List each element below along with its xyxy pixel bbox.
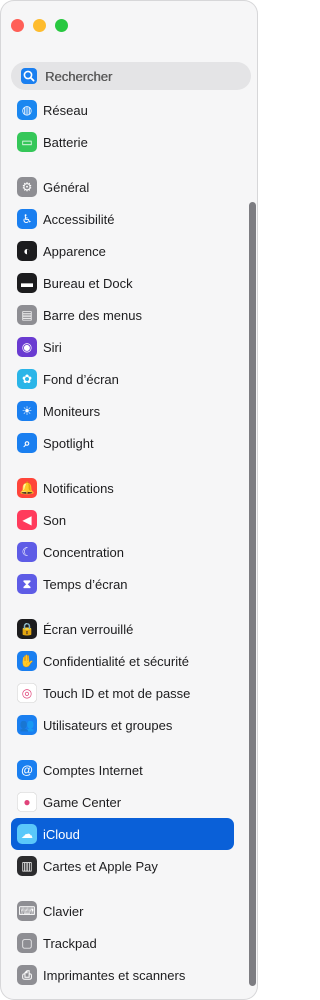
sidebar-item-son[interactable]: ◀ Son	[11, 504, 234, 536]
game-center-icon: ●	[17, 792, 37, 812]
search-placeholder: Rechercher	[45, 68, 113, 84]
sidebar-list: ◍ Réseau ▭ Batterie ⚙ Général ♿ Accessibilité ◐ A…	[0, 94, 246, 991]
group-separator	[0, 741, 246, 754]
sidebar-item-game-center[interactable]: ● Game Center	[11, 786, 234, 818]
appearance-icon: ◐	[17, 241, 37, 261]
gear-icon: ⚙	[17, 177, 37, 197]
sidebar-item-spotlight[interactable]: ⌕ Spotlight	[11, 427, 234, 459]
search-field[interactable]: Rechercher	[11, 62, 251, 90]
sidebar-item-label: Son	[43, 512, 67, 528]
sidebar-item-ecran-verrouille[interactable]: 🔒 Écran verrouillé	[11, 613, 234, 645]
sidebar-item-comptes-internet[interactable]: @ Comptes Internet	[11, 754, 234, 786]
sidebar-item-label: Batterie	[43, 134, 88, 150]
sidebar-item-label: Imprimantes et scanners	[43, 967, 186, 983]
sidebar-item-barre-des-menus[interactable]: ▤ Barre des menus	[11, 299, 234, 331]
sidebar-item-label: Trackpad	[43, 935, 97, 951]
group-separator	[0, 600, 246, 613]
sidebar-item-label: Écran verrouillé	[43, 621, 134, 637]
sidebar-item-touch-id[interactable]: ◎ Touch ID et mot de passe	[11, 677, 234, 709]
wallet-icon: ▥	[17, 856, 37, 876]
sidebar-item-temps-d-ecran[interactable]: ⧗ Temps d’écran	[11, 568, 234, 600]
minimize-button[interactable]	[33, 19, 46, 32]
search-icon: ⌕	[17, 433, 37, 453]
hand-icon: ✋	[17, 651, 37, 671]
sidebar-item-label: Confidentialité et sécurité	[43, 653, 189, 669]
magnifier-icon	[21, 68, 37, 84]
sidebar-item-label: Fond d’écran	[43, 371, 119, 387]
accessibility-icon: ♿	[17, 209, 37, 229]
fingerprint-icon: ◎	[17, 683, 37, 703]
sidebar-item-utilisateurs[interactable]: 👥 Utilisateurs et groupes	[11, 709, 234, 741]
sidebar-item-label: Concentration	[43, 544, 124, 560]
sidebar-item-label: Apparence	[43, 243, 106, 259]
scrollbar-thumb[interactable]	[249, 202, 256, 986]
users-icon: 👥	[17, 715, 37, 735]
sidebar-item-label: Notifications	[43, 480, 114, 496]
battery-icon: ▭	[17, 132, 37, 152]
sidebar-item-label: Cartes et Apple Pay	[43, 858, 158, 874]
sidebar-item-concentration[interactable]: ☾ Concentration	[11, 536, 234, 568]
sidebar-item-reseau[interactable]: ◍ Réseau	[11, 94, 234, 126]
sidebar-item-apparence[interactable]: ◐ Apparence	[11, 235, 234, 267]
sidebar-item-imprimantes[interactable]: ⎙ Imprimantes et scanners	[11, 959, 234, 991]
globe-icon: ◍	[17, 100, 37, 120]
keyboard-icon: ⌨	[17, 901, 37, 921]
cloud-icon: ☁	[17, 824, 37, 844]
zoom-button[interactable]	[55, 19, 68, 32]
close-button[interactable]	[11, 19, 24, 32]
sidebar-item-label: Bureau et Dock	[43, 275, 133, 291]
sidebar-item-label: Game Center	[43, 794, 122, 810]
sidebar-item-label: Réseau	[43, 102, 88, 118]
sidebar-item-label: Siri	[43, 339, 62, 355]
trackpad-icon: ▢	[17, 933, 37, 953]
settings-sidebar-window: Rechercher ◍ Réseau ▭ Batterie ⚙ Général ♿ Acce…	[0, 0, 258, 1000]
sidebar-item-batterie[interactable]: ▭ Batterie	[11, 126, 234, 158]
sidebar-item-label: Comptes Internet	[43, 762, 143, 778]
dock-icon: ▬	[17, 273, 37, 293]
group-separator	[0, 459, 246, 472]
lock-icon: 🔒	[17, 619, 37, 639]
printer-icon: ⎙	[17, 965, 37, 985]
sidebar-item-confidentialite[interactable]: ✋ Confidentialité et sécurité	[11, 645, 234, 677]
moon-icon: ☾	[17, 542, 37, 562]
wallpaper-icon: ✿	[17, 369, 37, 389]
group-separator	[0, 158, 246, 171]
sidebar-item-label: Utilisateurs et groupes	[43, 717, 173, 733]
sidebar-item-clavier[interactable]: ⌨ Clavier	[11, 895, 234, 927]
sidebar-item-bureau-et-dock[interactable]: ▬ Bureau et Dock	[11, 267, 234, 299]
sidebar-item-fond-d-ecran[interactable]: ✿ Fond d’écran	[11, 363, 234, 395]
sidebar-item-label: iCloud	[43, 826, 80, 842]
sidebar-item-cartes-apple-pay[interactable]: ▥ Cartes et Apple Pay	[11, 850, 234, 882]
sidebar-item-label: Général	[43, 179, 90, 195]
sidebar-item-siri[interactable]: ◉ Siri	[11, 331, 234, 363]
sidebar-item-label: Spotlight	[43, 435, 94, 451]
sidebar-item-label: Clavier	[43, 903, 84, 919]
sidebar-item-label: Accessibilité	[43, 211, 115, 227]
bell-icon: 🔔	[17, 478, 37, 498]
sidebar-item-moniteurs[interactable]: ☀ Moniteurs	[11, 395, 234, 427]
sidebar-item-trackpad[interactable]: ▢ Trackpad	[11, 927, 234, 959]
sidebar-item-general[interactable]: ⚙ Général	[11, 171, 234, 203]
sidebar-item-icloud[interactable]: ☁ iCloud	[11, 818, 234, 850]
group-separator	[0, 882, 246, 895]
sidebar-item-notifications[interactable]: 🔔 Notifications	[11, 472, 234, 504]
sidebar-item-label: Barre des menus	[43, 307, 142, 323]
sidebar-item-label: Moniteurs	[43, 403, 101, 419]
sun-icon: ☀	[17, 401, 37, 421]
window-controls	[11, 19, 68, 32]
sidebar-item-label: Touch ID et mot de passe	[43, 685, 191, 701]
sidebar-item-accessibilite[interactable]: ♿ Accessibilité	[11, 203, 234, 235]
speaker-icon: ◀	[17, 510, 37, 530]
hourglass-icon: ⧗	[17, 574, 37, 594]
menubar-icon: ▤	[17, 305, 37, 325]
sidebar-item-label: Temps d’écran	[43, 576, 128, 592]
at-icon: @	[17, 760, 37, 780]
siri-icon: ◉	[17, 337, 37, 357]
